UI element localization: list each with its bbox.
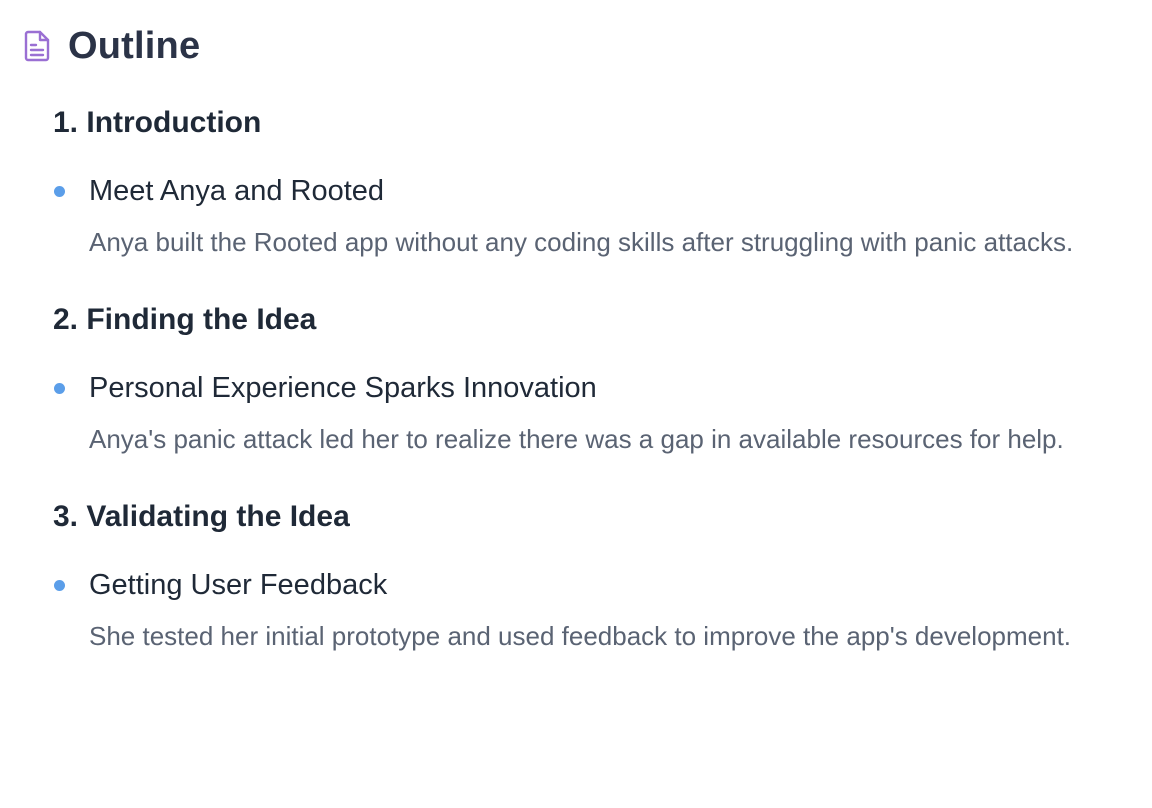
outline-list: 1. Introduction Meet Anya and Rooted Any… — [53, 100, 1133, 659]
section-heading: 2. Finding the Idea — [53, 303, 317, 336]
item-description: Anya's panic attack led her to realize t… — [89, 424, 1064, 454]
item-title: Getting User Feedback — [89, 569, 388, 601]
outline-header: Outline — [22, 24, 200, 68]
section-heading: 3. Validating the Idea — [53, 500, 350, 533]
bullet-dot — [54, 383, 65, 394]
item-title: Meet Anya and Rooted — [89, 175, 385, 207]
outline-item: Personal Experience Sparks Innovation An… — [53, 367, 1133, 462]
page-title: Outline — [68, 24, 201, 67]
bullet-dot — [54, 186, 65, 197]
outline-item: Getting User Feedback She tested her ini… — [53, 564, 1133, 659]
outline-item: Meet Anya and Rooted Anya built the Root… — [53, 170, 1133, 265]
section-heading: 1. Introduction — [53, 106, 262, 139]
outline-section: 2. Finding the Idea Personal Experience … — [53, 297, 1133, 462]
item-title: Personal Experience Sparks Innovation — [89, 372, 597, 404]
document-icon — [22, 29, 52, 63]
outline-section: 3. Validating the Idea Getting User Feed… — [53, 494, 1133, 659]
item-description: Anya built the Rooted app without any co… — [89, 227, 1074, 257]
outline-section: 1. Introduction Meet Anya and Rooted Any… — [53, 100, 1133, 265]
item-description: She tested her initial prototype and use… — [89, 621, 1072, 651]
bullet-dot — [54, 580, 65, 591]
